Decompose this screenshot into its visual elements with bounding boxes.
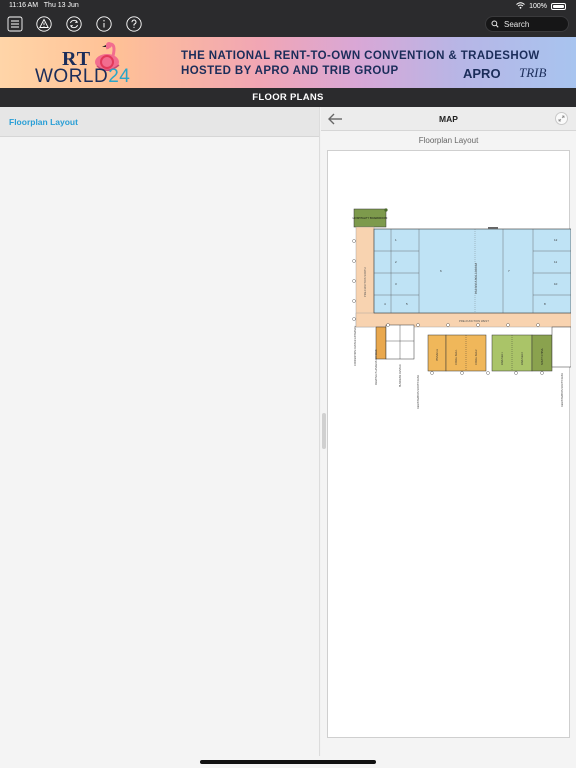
label-convention-entrance: CONVENTION CENTER ENTRANCE [354,325,357,366]
banner-logo-year: 24 [108,66,131,87]
status-date: Thu 13 Jun [43,2,79,9]
expand-icon [558,115,565,122]
menu-button[interactable] [5,14,25,34]
wifi-icon [516,2,525,10]
alert-icon [36,16,52,32]
sync-icon [66,16,82,32]
expand-button[interactable] [555,112,568,125]
label-room-11: 11 [554,260,557,264]
label-java-sea-1: JAVA SEA 1 [501,352,504,365]
map-header: MAP [321,107,576,131]
banner-logo-world: WORLD24 [35,66,130,88]
back-arrow-icon[interactable] [327,112,343,126]
marker-dot [384,208,388,212]
map-title: MAP [439,113,458,124]
label-registration-south: REGISTRATION SOUTH DESK [561,373,564,407]
label-coral-sea-1: CORAL SEA 1 [455,349,458,365]
sponsor-trib-logo: TRIB [519,65,547,80]
label-pinnacle: PINNACLE [436,349,439,361]
app-window: 11:16 AM Thu 13 Jun 100% Search RT WORLD… [0,0,576,768]
help-icon [126,16,142,32]
status-indicators: 100% [516,2,566,10]
alert-button[interactable] [34,14,54,34]
label-prefunction-north: PRE-FUNCTION NORTH [363,267,367,297]
banner-logo-world-text: WORLD [35,66,109,87]
label-coral-sea-2: CORAL SEA 2 [475,349,478,365]
label-hospitality: HOSPITALITY BOARDROOM [353,216,388,220]
menu-icon [7,16,23,32]
label-south-china: SOUTH CHINA [541,348,544,365]
battery-percent: 100% [529,2,547,10]
floorplan-map[interactable]: HOSPITALITY BOARDROOM PRE-FUNCTION NORTH… [328,201,571,421]
list-item-label: Floorplan Layout [9,116,78,127]
map-frame[interactable]: HOSPITALITY BOARDROOM PRE-FUNCTION NORTH… [327,150,571,738]
map-pane: MAP Floorplan Layout HOSPITALITY BOARDRO… [321,107,576,756]
help-button[interactable] [124,14,144,34]
sync-button[interactable] [64,14,84,34]
label-java-sea-2: JAVA SEA 2 [521,352,524,365]
label-meeting-planners: MEETING PLANNERS OFFICES [375,349,378,385]
banner-subheadline: HOSTED BY APRO AND TRIB GROUP [181,65,399,77]
floorplan-list: Floorplan Layout [0,107,320,756]
status-clock: 11:16 AM [9,2,39,9]
search-icon [491,20,499,28]
battery-icon [551,2,566,10]
list-item-floorplan-layout[interactable]: Floorplan Layout [0,107,319,137]
label-room-12: 12 [554,238,558,242]
section-title: FLOOR PLANS [252,92,324,103]
label-pacifica: PACIFICA BALLROOM [474,263,478,294]
zone-east-stairs [551,326,571,368]
label-business-center: BUSINESS CENTER [399,364,402,387]
banner-headline: THE NATIONAL RENT-TO-OWN CONVENTION & TR… [181,50,540,62]
map-subtitle: Floorplan Layout [418,136,479,145]
top-toolbar: 11:16 AM Thu 13 Jun 100% [0,0,576,37]
label-prefunction-west: PRE-FUNCTION WEST [459,319,489,323]
info-icon [96,16,112,32]
label-registration-north: REGISTRATION NORTH DESK [417,375,420,409]
section-header: FLOOR PLANS [0,88,576,107]
sponsor-apro-logo: APRO [463,66,501,81]
event-banner[interactable]: RT WORLD24 THE NATIONAL RENT-TO-OWN CONV… [0,37,576,88]
label-room-10: 10 [554,282,558,286]
status-time: 11:16 AM Thu 13 Jun [9,2,79,9]
search-input[interactable] [504,19,564,29]
room-pacifica-ballroom [373,228,571,314]
info-button[interactable] [94,14,114,34]
home-indicator[interactable] [200,760,376,764]
search-field[interactable] [485,16,569,32]
split-view-handle[interactable] [322,413,326,449]
